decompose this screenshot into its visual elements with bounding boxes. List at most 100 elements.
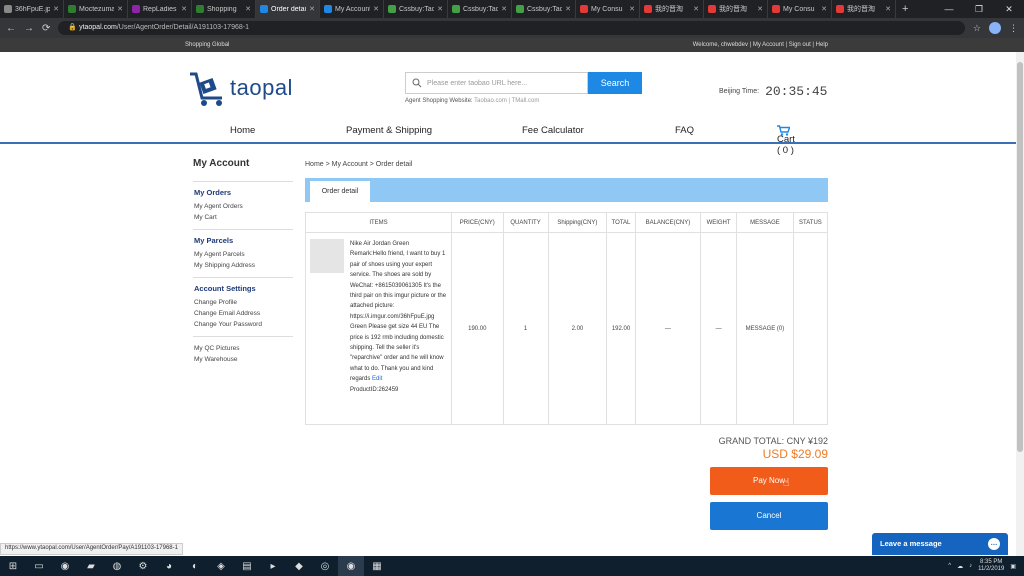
tab-close-icon[interactable]: ✕ <box>629 5 635 13</box>
browser-tab[interactable]: My Account ✕ <box>320 0 384 18</box>
browser-tab[interactable]: 我的晋淘 ✕ <box>832 0 896 18</box>
network-icon[interactable]: ☁ <box>957 563 963 570</box>
agent-site-links[interactable]: Taobao.com | TMall.com <box>474 98 539 104</box>
tab-label: Moctezuma <box>79 5 115 13</box>
restore-icon[interactable]: ❐ <box>964 0 994 18</box>
task-view-icon[interactable]: ▭ <box>26 556 52 576</box>
notes-icon[interactable]: ▦ <box>364 556 390 576</box>
tab-close-icon[interactable]: ✕ <box>885 5 891 13</box>
sidebar-item[interactable]: My Agent Orders <box>194 201 293 212</box>
message-cell[interactable]: MESSAGE (0) <box>735 232 794 425</box>
nav-cart[interactable]: Cart ( 0 ) <box>777 125 795 156</box>
sidebar-item[interactable]: My Cart <box>194 212 293 223</box>
sublime-icon[interactable]: ◆ <box>286 556 312 576</box>
sidebar-item[interactable]: My Agent Parcels <box>194 249 293 260</box>
browser-tab[interactable]: Moctezuma ✕ <box>64 0 128 18</box>
tab-close-icon[interactable]: ✕ <box>53 5 59 13</box>
browser-tab[interactable]: Order detail ✕ <box>256 0 320 18</box>
close-window-icon[interactable]: ✕ <box>994 0 1024 18</box>
sidebar-item[interactable]: My Warehouse <box>194 354 293 365</box>
shipping-cell: 2.00 <box>547 232 608 425</box>
url-field[interactable]: 🔒 ytaopal.com/User/AgentOrder/Detail/A19… <box>58 21 965 35</box>
browser-tab[interactable]: Shopping ✕ <box>192 0 256 18</box>
chrome-active-icon[interactable]: ◉ <box>338 556 364 576</box>
browser-tab[interactable]: Cssbuy:Tao ✕ <box>384 0 448 18</box>
tab-close-icon[interactable]: ✕ <box>693 5 699 13</box>
menu-icon[interactable]: ⋮ <box>1009 23 1018 34</box>
browser-tab[interactable]: Cssbuy:Tao ✕ <box>512 0 576 18</box>
tab-close-icon[interactable]: ✕ <box>565 5 571 13</box>
tab-label: My Account <box>335 5 371 13</box>
tab-close-icon[interactable]: ✕ <box>181 5 187 13</box>
page-scrollbar[interactable] <box>1016 52 1024 556</box>
nav-fee-calculator[interactable]: Fee Calculator <box>522 125 584 136</box>
search-input[interactable]: Please enter taobao URL here... <box>405 72 588 94</box>
column-header: STATUS <box>792 212 829 233</box>
volume-icon[interactable]: ♪ <box>969 563 972 569</box>
account-links[interactable]: Welcome, chwebdev | My Account | Sign ou… <box>693 42 828 48</box>
nav-payment-shipping[interactable]: Payment & Shipping <box>346 125 432 136</box>
notifications-icon[interactable]: ▣ <box>1010 563 1016 570</box>
excel-icon[interactable]: ▤ <box>234 556 260 576</box>
wechat-icon[interactable]: ◕ <box>156 556 182 576</box>
tab-close-icon[interactable]: ✕ <box>373 5 379 13</box>
total-cell: 192.00 <box>606 232 636 425</box>
start-icon[interactable]: ⊞ <box>0 556 26 576</box>
cancel-button[interactable]: Cancel <box>710 502 828 530</box>
terminal-icon[interactable]: ▸ <box>260 556 286 576</box>
browser-tab[interactable]: My Consu ✕ <box>576 0 640 18</box>
quantity-cell: 1 <box>502 232 549 425</box>
minimize-icon[interactable]: — <box>934 0 964 18</box>
scrollbar-thumb[interactable] <box>1017 62 1023 452</box>
tab-close-icon[interactable]: ✕ <box>821 5 827 13</box>
chrome-alt-icon[interactable]: ◎ <box>312 556 338 576</box>
column-header: TOTAL <box>606 212 636 233</box>
tab-favicon-icon <box>708 5 716 13</box>
search-button[interactable]: Search <box>588 72 642 94</box>
steam-icon[interactable]: ◍ <box>104 556 130 576</box>
status-cell <box>792 232 829 425</box>
edit-link[interactable]: Edit <box>372 376 382 382</box>
tab-close-icon[interactable]: ✕ <box>501 5 507 13</box>
file-explorer-icon[interactable]: ▰ <box>78 556 104 576</box>
browser-tab[interactable]: My Consu ✕ <box>768 0 832 18</box>
chrome-icon[interactable]: ◉ <box>52 556 78 576</box>
forward-icon[interactable]: → <box>24 23 34 34</box>
product-thumbnail[interactable] <box>310 239 344 273</box>
back-icon[interactable]: ← <box>6 23 16 34</box>
sidebar-item[interactable]: Change Profile <box>194 297 293 308</box>
chat-bubble-icon: … <box>988 538 1000 550</box>
tab-close-icon[interactable]: ✕ <box>117 5 123 13</box>
edge-icon[interactable]: ◐ <box>182 556 208 576</box>
pay-now-button[interactable]: Pay Now <box>710 467 828 495</box>
new-tab-icon[interactable]: + <box>896 3 914 15</box>
settings-icon[interactable]: ⚙ <box>130 556 156 576</box>
beijing-clock: 20:35:45 <box>765 84 828 99</box>
browser-tab[interactable]: 我的晋淘 ✕ <box>640 0 704 18</box>
taskbar-clock[interactable]: 8:35 PM 11/2/2019 <box>978 559 1004 573</box>
reload-icon[interactable]: ⟳ <box>42 23 50 34</box>
browser-tab[interactable]: RepLadies ✕ <box>128 0 192 18</box>
tab-close-icon[interactable]: ✕ <box>437 5 443 13</box>
tray-arrow-icon[interactable]: ^ <box>948 563 951 569</box>
tab-close-icon[interactable]: ✕ <box>245 5 251 13</box>
nav-faq[interactable]: FAQ <box>675 125 694 136</box>
sidebar-item[interactable]: My Shipping Address <box>194 260 293 271</box>
sidebar-item[interactable]: My QC Pictures <box>194 343 293 354</box>
tab-close-icon[interactable]: ✕ <box>309 5 315 13</box>
app-icon[interactable]: ◈ <box>208 556 234 576</box>
tab-order-detail[interactable]: Order detail <box>310 181 370 202</box>
bookmark-star-icon[interactable]: ☆ <box>973 23 981 34</box>
browser-tab[interactable]: 36hFpuE.jpg✕ <box>0 0 64 18</box>
breadcrumb[interactable]: Home > My Account > Order detail <box>305 161 412 168</box>
profile-avatar[interactable] <box>989 22 1001 34</box>
nav-home[interactable]: Home <box>230 125 255 136</box>
sidebar-item[interactable]: Change Your Password <box>194 319 293 330</box>
tab-close-icon[interactable]: ✕ <box>757 5 763 13</box>
browser-tab[interactable]: 我的晋淘 ✕ <box>704 0 768 18</box>
taopal-logo[interactable]: taopal <box>188 68 293 108</box>
leave-message-widget[interactable]: Leave a message … <box>872 533 1008 555</box>
account-sidebar: My Account My Orders My Agent Orders My Ca… <box>193 158 293 371</box>
browser-tab[interactable]: Cssbuy:Tao ✕ <box>448 0 512 18</box>
sidebar-item[interactable]: Change Email Address <box>194 308 293 319</box>
